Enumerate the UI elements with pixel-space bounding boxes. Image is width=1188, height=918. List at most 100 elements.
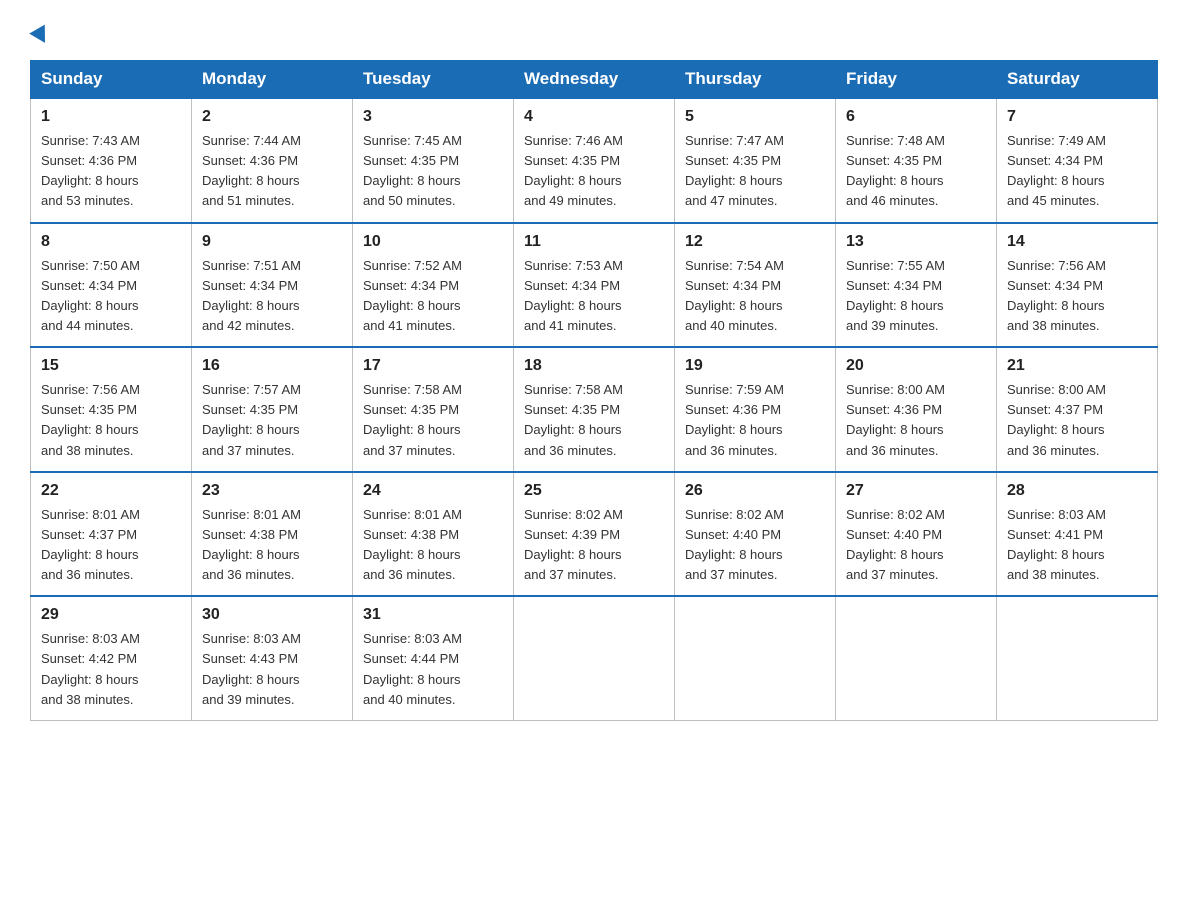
day-number: 2 bbox=[202, 105, 342, 129]
day-info: Sunrise: 8:01 AM Sunset: 4:38 PM Dayligh… bbox=[363, 505, 503, 586]
day-number: 25 bbox=[524, 479, 664, 503]
day-info: Sunrise: 8:03 AM Sunset: 4:41 PM Dayligh… bbox=[1007, 505, 1147, 586]
day-info: Sunrise: 7:54 AM Sunset: 4:34 PM Dayligh… bbox=[685, 256, 825, 337]
day-cell: 22Sunrise: 8:01 AM Sunset: 4:37 PM Dayli… bbox=[31, 472, 192, 597]
weekday-header-sunday: Sunday bbox=[31, 61, 192, 99]
day-info: Sunrise: 7:49 AM Sunset: 4:34 PM Dayligh… bbox=[1007, 131, 1147, 212]
day-cell: 24Sunrise: 8:01 AM Sunset: 4:38 PM Dayli… bbox=[353, 472, 514, 597]
weekday-header-row: SundayMondayTuesdayWednesdayThursdayFrid… bbox=[31, 61, 1158, 99]
day-number: 9 bbox=[202, 230, 342, 254]
day-info: Sunrise: 7:51 AM Sunset: 4:34 PM Dayligh… bbox=[202, 256, 342, 337]
day-cell: 1Sunrise: 7:43 AM Sunset: 4:36 PM Daylig… bbox=[31, 98, 192, 223]
day-cell: 6Sunrise: 7:48 AM Sunset: 4:35 PM Daylig… bbox=[836, 98, 997, 223]
week-row-4: 22Sunrise: 8:01 AM Sunset: 4:37 PM Dayli… bbox=[31, 472, 1158, 597]
weekday-header-saturday: Saturday bbox=[997, 61, 1158, 99]
day-number: 30 bbox=[202, 603, 342, 627]
day-info: Sunrise: 7:46 AM Sunset: 4:35 PM Dayligh… bbox=[524, 131, 664, 212]
day-info: Sunrise: 7:43 AM Sunset: 4:36 PM Dayligh… bbox=[41, 131, 181, 212]
day-cell: 21Sunrise: 8:00 AM Sunset: 4:37 PM Dayli… bbox=[997, 347, 1158, 472]
day-number: 7 bbox=[1007, 105, 1147, 129]
day-info: Sunrise: 8:00 AM Sunset: 4:36 PM Dayligh… bbox=[846, 380, 986, 461]
day-number: 8 bbox=[41, 230, 181, 254]
day-info: Sunrise: 8:02 AM Sunset: 4:39 PM Dayligh… bbox=[524, 505, 664, 586]
logo-triangle-icon bbox=[29, 25, 53, 48]
day-number: 26 bbox=[685, 479, 825, 503]
day-info: Sunrise: 7:55 AM Sunset: 4:34 PM Dayligh… bbox=[846, 256, 986, 337]
day-number: 23 bbox=[202, 479, 342, 503]
day-cell: 3Sunrise: 7:45 AM Sunset: 4:35 PM Daylig… bbox=[353, 98, 514, 223]
day-cell: 15Sunrise: 7:56 AM Sunset: 4:35 PM Dayli… bbox=[31, 347, 192, 472]
day-number: 18 bbox=[524, 354, 664, 378]
day-number: 14 bbox=[1007, 230, 1147, 254]
day-number: 11 bbox=[524, 230, 664, 254]
weekday-header-friday: Friday bbox=[836, 61, 997, 99]
day-cell: 14Sunrise: 7:56 AM Sunset: 4:34 PM Dayli… bbox=[997, 223, 1158, 348]
week-row-5: 29Sunrise: 8:03 AM Sunset: 4:42 PM Dayli… bbox=[31, 596, 1158, 720]
day-number: 24 bbox=[363, 479, 503, 503]
day-number: 19 bbox=[685, 354, 825, 378]
day-cell: 9Sunrise: 7:51 AM Sunset: 4:34 PM Daylig… bbox=[192, 223, 353, 348]
day-info: Sunrise: 8:01 AM Sunset: 4:37 PM Dayligh… bbox=[41, 505, 181, 586]
day-number: 28 bbox=[1007, 479, 1147, 503]
day-number: 17 bbox=[363, 354, 503, 378]
week-row-2: 8Sunrise: 7:50 AM Sunset: 4:34 PM Daylig… bbox=[31, 223, 1158, 348]
day-info: Sunrise: 7:52 AM Sunset: 4:34 PM Dayligh… bbox=[363, 256, 503, 337]
day-number: 4 bbox=[524, 105, 664, 129]
day-number: 20 bbox=[846, 354, 986, 378]
day-number: 5 bbox=[685, 105, 825, 129]
day-info: Sunrise: 7:47 AM Sunset: 4:35 PM Dayligh… bbox=[685, 131, 825, 212]
day-info: Sunrise: 8:03 AM Sunset: 4:44 PM Dayligh… bbox=[363, 629, 503, 710]
day-number: 22 bbox=[41, 479, 181, 503]
day-number: 12 bbox=[685, 230, 825, 254]
calendar-table: SundayMondayTuesdayWednesdayThursdayFrid… bbox=[30, 60, 1158, 721]
day-cell: 28Sunrise: 8:03 AM Sunset: 4:41 PM Dayli… bbox=[997, 472, 1158, 597]
day-cell: 5Sunrise: 7:47 AM Sunset: 4:35 PM Daylig… bbox=[675, 98, 836, 223]
day-number: 31 bbox=[363, 603, 503, 627]
day-info: Sunrise: 7:56 AM Sunset: 4:34 PM Dayligh… bbox=[1007, 256, 1147, 337]
day-cell: 10Sunrise: 7:52 AM Sunset: 4:34 PM Dayli… bbox=[353, 223, 514, 348]
day-info: Sunrise: 7:45 AM Sunset: 4:35 PM Dayligh… bbox=[363, 131, 503, 212]
day-number: 3 bbox=[363, 105, 503, 129]
day-cell: 11Sunrise: 7:53 AM Sunset: 4:34 PM Dayli… bbox=[514, 223, 675, 348]
week-row-1: 1Sunrise: 7:43 AM Sunset: 4:36 PM Daylig… bbox=[31, 98, 1158, 223]
weekday-header-thursday: Thursday bbox=[675, 61, 836, 99]
day-cell: 7Sunrise: 7:49 AM Sunset: 4:34 PM Daylig… bbox=[997, 98, 1158, 223]
day-info: Sunrise: 7:44 AM Sunset: 4:36 PM Dayligh… bbox=[202, 131, 342, 212]
day-cell bbox=[836, 596, 997, 720]
day-cell: 8Sunrise: 7:50 AM Sunset: 4:34 PM Daylig… bbox=[31, 223, 192, 348]
day-cell: 29Sunrise: 8:03 AM Sunset: 4:42 PM Dayli… bbox=[31, 596, 192, 720]
day-cell: 4Sunrise: 7:46 AM Sunset: 4:35 PM Daylig… bbox=[514, 98, 675, 223]
day-info: Sunrise: 7:50 AM Sunset: 4:34 PM Dayligh… bbox=[41, 256, 181, 337]
day-number: 27 bbox=[846, 479, 986, 503]
day-cell: 27Sunrise: 8:02 AM Sunset: 4:40 PM Dayli… bbox=[836, 472, 997, 597]
week-row-3: 15Sunrise: 7:56 AM Sunset: 4:35 PM Dayli… bbox=[31, 347, 1158, 472]
day-info: Sunrise: 8:00 AM Sunset: 4:37 PM Dayligh… bbox=[1007, 380, 1147, 461]
day-cell: 23Sunrise: 8:01 AM Sunset: 4:38 PM Dayli… bbox=[192, 472, 353, 597]
day-cell bbox=[997, 596, 1158, 720]
weekday-header-monday: Monday bbox=[192, 61, 353, 99]
day-number: 13 bbox=[846, 230, 986, 254]
day-number: 1 bbox=[41, 105, 181, 129]
day-cell: 26Sunrise: 8:02 AM Sunset: 4:40 PM Dayli… bbox=[675, 472, 836, 597]
day-info: Sunrise: 8:02 AM Sunset: 4:40 PM Dayligh… bbox=[685, 505, 825, 586]
day-cell: 17Sunrise: 7:58 AM Sunset: 4:35 PM Dayli… bbox=[353, 347, 514, 472]
day-cell: 13Sunrise: 7:55 AM Sunset: 4:34 PM Dayli… bbox=[836, 223, 997, 348]
day-info: Sunrise: 7:58 AM Sunset: 4:35 PM Dayligh… bbox=[363, 380, 503, 461]
day-info: Sunrise: 7:59 AM Sunset: 4:36 PM Dayligh… bbox=[685, 380, 825, 461]
day-cell: 19Sunrise: 7:59 AM Sunset: 4:36 PM Dayli… bbox=[675, 347, 836, 472]
day-info: Sunrise: 7:48 AM Sunset: 4:35 PM Dayligh… bbox=[846, 131, 986, 212]
day-cell: 18Sunrise: 7:58 AM Sunset: 4:35 PM Dayli… bbox=[514, 347, 675, 472]
day-cell: 31Sunrise: 8:03 AM Sunset: 4:44 PM Dayli… bbox=[353, 596, 514, 720]
day-cell: 12Sunrise: 7:54 AM Sunset: 4:34 PM Dayli… bbox=[675, 223, 836, 348]
day-info: Sunrise: 7:57 AM Sunset: 4:35 PM Dayligh… bbox=[202, 380, 342, 461]
weekday-header-wednesday: Wednesday bbox=[514, 61, 675, 99]
day-cell: 25Sunrise: 8:02 AM Sunset: 4:39 PM Dayli… bbox=[514, 472, 675, 597]
day-info: Sunrise: 7:56 AM Sunset: 4:35 PM Dayligh… bbox=[41, 380, 181, 461]
day-info: Sunrise: 8:03 AM Sunset: 4:42 PM Dayligh… bbox=[41, 629, 181, 710]
day-info: Sunrise: 8:01 AM Sunset: 4:38 PM Dayligh… bbox=[202, 505, 342, 586]
day-info: Sunrise: 8:02 AM Sunset: 4:40 PM Dayligh… bbox=[846, 505, 986, 586]
day-number: 16 bbox=[202, 354, 342, 378]
day-number: 10 bbox=[363, 230, 503, 254]
logo bbox=[30, 20, 50, 44]
day-number: 6 bbox=[846, 105, 986, 129]
